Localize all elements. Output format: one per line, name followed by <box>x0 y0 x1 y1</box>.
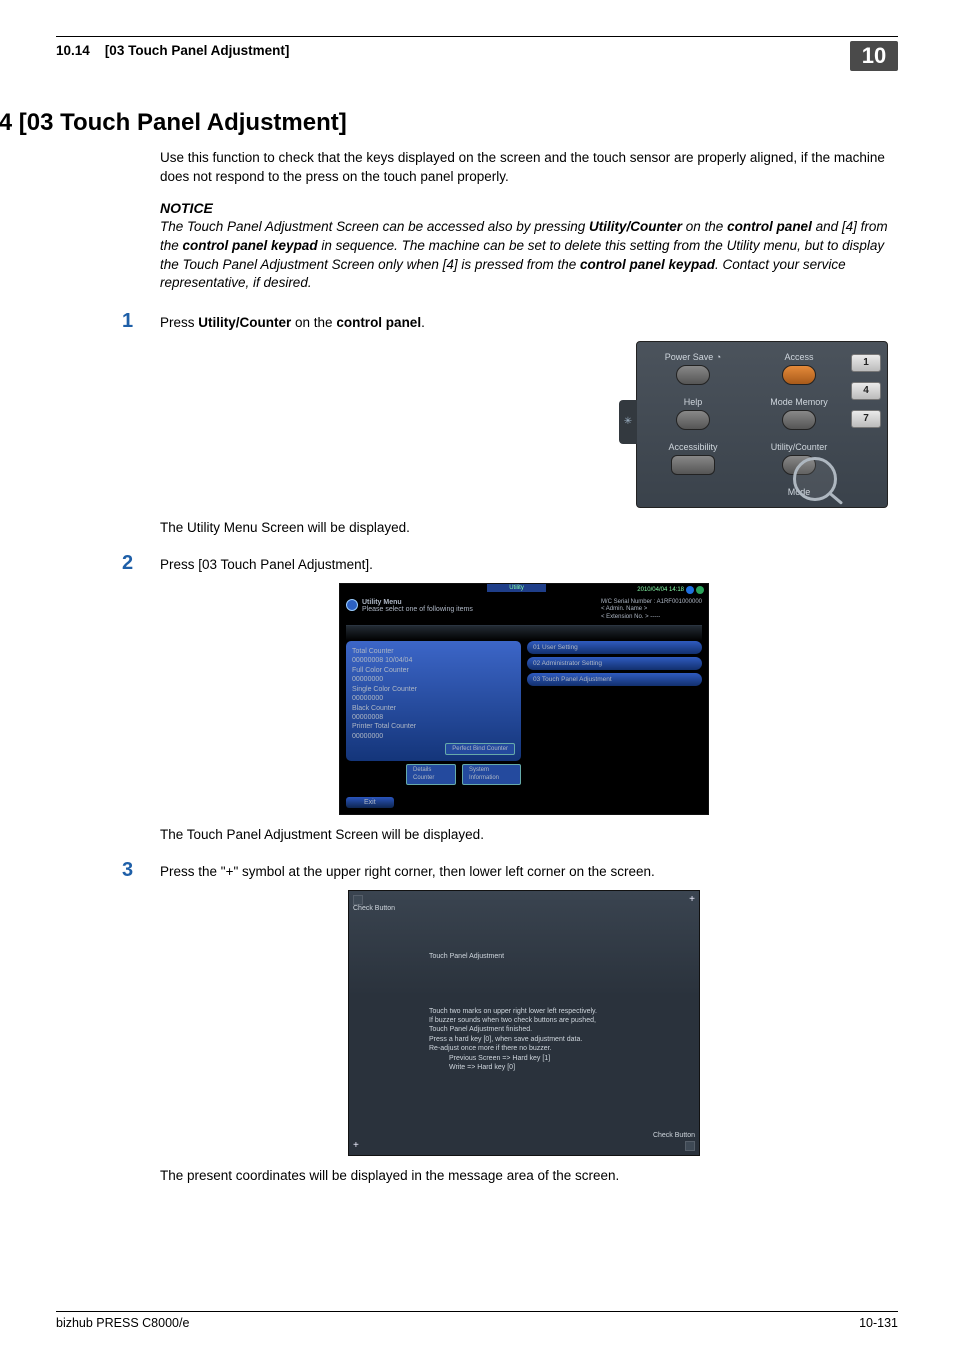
timestamp: 2010/04/04 14:18 <box>637 587 684 593</box>
exit-button[interactable]: Exit <box>346 797 394 808</box>
machine-info: M/C Serial Number : A1RF001000000 < Admi… <box>601 599 702 622</box>
control-panel-image: ✳ Power Save ◔ Help Accessibility Access… <box>636 341 888 508</box>
running-head-title: [03 Touch Panel Adjustment] <box>105 43 290 58</box>
touch-panel-adjustment-button[interactable]: 03 Touch Panel Adjustment <box>527 673 702 686</box>
chapter-badge: 10 <box>850 41 898 71</box>
info-status-icon <box>686 586 694 594</box>
tpa-message: Touch two marks on upper right lower lef… <box>429 1007 659 1073</box>
utility-menu-image: Utility 2010/04/04 14:18 Utility Menu Pl… <box>339 583 709 815</box>
help-status-icon <box>696 586 704 594</box>
perfect-bind-counter-button[interactable]: Perfect Bind Counter <box>445 743 515 755</box>
plus-icon: + <box>353 1141 359 1151</box>
power-save-label: Power Save ◔ <box>649 352 737 362</box>
step-number: 1 <box>122 311 160 331</box>
step-text: Press [03 Touch Panel Adjustment]. <box>160 553 373 575</box>
help-button[interactable] <box>676 410 710 430</box>
mode-memory-button[interactable] <box>782 410 816 430</box>
details-counter-button[interactable]: Details Counter <box>406 764 456 785</box>
footer-left: bizhub PRESS C8000/e <box>56 1316 189 1330</box>
utility-counter-label: Utility/Counter <box>755 442 843 452</box>
access-button[interactable] <box>782 365 816 385</box>
check-mark-icon <box>353 895 363 905</box>
accessibility-button[interactable] <box>671 455 715 475</box>
power-save-button[interactable] <box>676 365 710 385</box>
utility-title: Utility Menu <box>362 599 473 606</box>
step-text: Press Utility/Counter on the control pan… <box>160 311 425 333</box>
step-1-result: The Utility Menu Screen will be displaye… <box>160 520 888 535</box>
power-save-icon: ◔ <box>716 352 721 362</box>
plus-bottom-left[interactable]: + <box>353 1141 359 1151</box>
step-number: 3 <box>122 860 160 880</box>
notice-heading: NOTICE <box>160 200 888 216</box>
footer-right: 10-131 <box>859 1316 898 1330</box>
step-1: 1 Press Utility/Counter on the control p… <box>122 311 888 333</box>
check-button-br[interactable]: Check Button <box>653 1132 695 1151</box>
accessibility-label: Accessibility <box>649 442 737 452</box>
intro-text: Use this function to check that the keys… <box>160 149 888 186</box>
check-mark-icon <box>685 1141 695 1151</box>
tpa-title: Touch Panel Adjustment <box>429 953 504 960</box>
page-footer: bizhub PRESS C8000/e 10-131 <box>56 1311 898 1330</box>
magnifier-icon <box>793 457 837 501</box>
tpa-screen-image: Check Button + + Check Button Touch Pane… <box>348 890 700 1156</box>
utility-tab: Utility <box>487 584 546 592</box>
keypad: 1 4 7 <box>851 354 881 428</box>
counter-card: Total Counter 00000008 10/04/04 Full Col… <box>346 641 521 761</box>
check-button-tl[interactable]: Check Button <box>353 895 395 912</box>
step-3-result: The present coordinates will be displaye… <box>160 1168 888 1183</box>
info-icon <box>346 599 358 611</box>
keypad-4[interactable]: 4 <box>851 382 881 400</box>
running-head-no: 10.14 <box>56 43 90 58</box>
utility-subtitle: Please select one of following items <box>362 606 473 613</box>
step-2-result: The Touch Panel Adjustment Screen will b… <box>160 827 888 842</box>
system-information-button[interactable]: System Information <box>462 764 521 785</box>
keypad-1[interactable]: 1 <box>851 354 881 372</box>
notice-body: The Touch Panel Adjustment Screen can be… <box>160 218 888 293</box>
step-3: 3 Press the "+" symbol at the upper righ… <box>122 860 888 882</box>
step-2: 2 Press [03 Touch Panel Adjustment]. <box>122 553 888 575</box>
step-number: 2 <box>122 553 160 573</box>
help-label: Help <box>649 397 737 407</box>
page-title: 10.14 [03 Touch Panel Adjustment] <box>0 109 898 137</box>
keypad-7[interactable]: 7 <box>851 410 881 428</box>
plus-top-right[interactable]: + <box>689 895 695 905</box>
plus-icon: + <box>689 895 695 905</box>
running-head: 10.14 [03 Touch Panel Adjustment] <box>56 41 289 58</box>
step-text: Press the "+" symbol at the upper right … <box>160 860 655 882</box>
administrator-setting-button[interactable]: 02 Administrator Setting <box>527 657 702 670</box>
mode-memory-label: Mode Memory <box>755 397 843 407</box>
access-label: Access <box>755 352 843 362</box>
user-setting-button[interactable]: 01 User Setting <box>527 641 702 654</box>
brightness-tab[interactable]: ✳ <box>619 400 637 444</box>
